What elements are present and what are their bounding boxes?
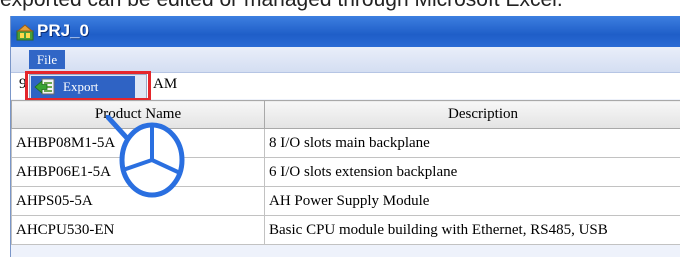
window-title: PRJ_0: [37, 21, 89, 40]
app-icon: [16, 24, 34, 41]
cell-product-name: AHCPU530-EN: [11, 215, 265, 245]
menu-file[interactable]: File: [29, 50, 65, 69]
title-bar: PRJ_0: [11, 16, 680, 47]
cell-description: 6 I/O slots extension backplane: [264, 157, 680, 187]
cell-description: 8 I/O slots main backplane: [264, 128, 680, 158]
table-row[interactable]: AHCPU530-EN Basic CPU module building wi…: [11, 215, 680, 245]
filter-bar: 9 AM Export: [11, 71, 680, 101]
app-window: PRJ_0 File 9 AM Export Product Name Desc…: [10, 16, 680, 257]
filter-text: AM: [153, 76, 178, 92]
menu-bar: File: [11, 47, 680, 73]
cell-description: Basic CPU module building with Ethernet,…: [264, 215, 680, 245]
highlight-box: [25, 71, 151, 101]
instruction-caption: exported can be edited or managed throug…: [0, 0, 680, 14]
column-header-description[interactable]: Description: [264, 100, 680, 129]
mouse-click-icon: [106, 115, 185, 198]
cell-description: AH Power Supply Module: [264, 186, 680, 216]
